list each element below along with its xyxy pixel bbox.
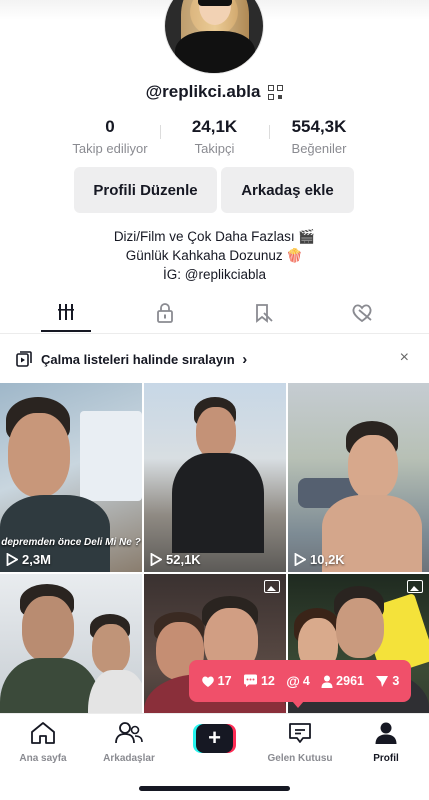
person-face [22, 596, 74, 662]
notif-mentions-count: 4 [302, 674, 310, 688]
stat-followers[interactable]: 24,1K Takipçi [159, 117, 270, 156]
photo-icon [407, 580, 423, 593]
add-friend-button[interactable]: Arkadaş ekle [221, 167, 354, 213]
play-icon [6, 553, 18, 566]
nav-profile[interactable]: Profil [346, 721, 426, 764]
notif-likes-count: 17 [217, 674, 232, 688]
video-caption: depremden önce Deli Mi Ne ? [1, 537, 141, 548]
view-count-value: 2,3M [22, 552, 51, 567]
bio-line-3: İG: @replikciabla [163, 267, 266, 282]
playlist-icon [16, 351, 32, 367]
notif-followers-count: 2961 [336, 674, 364, 688]
nav-friends[interactable]: Arkadaşlar [89, 721, 169, 764]
avatar[interactable] [164, 0, 264, 74]
username-row: @replikci.abla [0, 82, 429, 102]
stat-likes[interactable]: 554,3K Beğeniler [269, 117, 369, 156]
edit-profile-button[interactable]: Profili Düzenle [74, 167, 217, 213]
notif-shares: 3 [375, 674, 399, 688]
tab-saved[interactable] [239, 298, 289, 334]
notif-followers: 2961 [321, 674, 364, 688]
avatar-body [175, 31, 255, 73]
view-count: 10,2K [294, 552, 345, 567]
view-count-value: 52,1K [166, 552, 201, 567]
view-count-value: 10,2K [310, 552, 345, 567]
qr-code-icon[interactable] [268, 84, 284, 100]
tab-liked[interactable] [338, 298, 388, 334]
background-sign [80, 411, 142, 501]
nav-inbox-label: Gelen Kutusu [267, 753, 333, 764]
nav-home-label: Ana sayfa [19, 753, 67, 764]
inbox-icon [289, 723, 311, 743]
video-tile[interactable]: depremden önce Deli Mi Ne ? 2,3M [0, 383, 142, 572]
notif-comments: 12 [243, 674, 275, 688]
play-icon [150, 553, 162, 566]
tab-active-indicator [41, 330, 91, 332]
notif-likes: 17 [201, 674, 232, 688]
stat-following-value: 0 [105, 117, 115, 136]
tab-private[interactable] [140, 298, 190, 334]
stat-divider [159, 125, 161, 139]
video-tile[interactable]: 52,1K [144, 383, 286, 572]
avatar-glasses [198, 0, 232, 6]
create-button[interactable]: + [193, 724, 236, 753]
home-icon [31, 722, 55, 744]
username: @replikci.abla [145, 82, 261, 101]
chevron-right-icon: › [242, 351, 248, 368]
notif-mentions: @ 4 [286, 673, 310, 689]
videos-grid-icon [58, 304, 74, 320]
playlist-banner-label: Çalma listeleri halinde sıralayın [41, 352, 235, 367]
bio-line-1: Dizi/Film ve Çok Daha Fazlası 🎬 [113, 229, 316, 244]
view-count: 2,3M [6, 552, 51, 567]
person-face [92, 624, 130, 674]
nav-friends-label: Arkadaşlar [103, 753, 155, 764]
notif-shares-count: 3 [392, 674, 400, 688]
profile-tabs [0, 298, 429, 334]
nav-inbox[interactable]: Gelen Kutusu [260, 721, 340, 764]
person-face [196, 407, 236, 459]
notif-comments-count: 12 [260, 674, 275, 688]
person-face [8, 413, 70, 497]
person-icon [321, 675, 333, 688]
stat-following-label: Takip ediliyor [72, 141, 148, 156]
heart-icon [201, 676, 214, 687]
home-indicator [139, 786, 290, 791]
photo-icon [264, 580, 280, 593]
video-tile[interactable]: 10,2K [288, 383, 429, 572]
plus-icon: + [196, 724, 233, 753]
nav-profile-label: Profil [373, 753, 399, 764]
stat-followers-value: 24,1K [191, 117, 238, 136]
stat-followers-label: Takipçi [194, 141, 235, 156]
bio: Dizi/Film ve Çok Daha Fazlası 🎬 Günlük K… [0, 227, 429, 284]
stat-following[interactable]: 0 Takip ediliyor [60, 117, 160, 156]
person-shirt [172, 453, 264, 553]
bookmark-icon [256, 304, 273, 323]
profile-icon [375, 722, 397, 744]
stat-likes-label: Beğeniler [291, 141, 347, 156]
share-icon [376, 675, 389, 687]
notification-pointer [292, 701, 304, 708]
friends-icon [115, 722, 143, 744]
playlist-banner-text: Çalma listeleri halinde sıralayın › [41, 351, 247, 368]
stat-likes-value: 554,3K [291, 117, 347, 136]
bio-line-2: Günlük Kahkaha Dozunuz 🍿 [125, 248, 304, 263]
close-icon[interactable]: × [400, 349, 409, 367]
person-face [336, 598, 384, 658]
tab-videos[interactable] [41, 298, 91, 334]
lock-icon [157, 303, 173, 323]
play-icon [294, 553, 306, 566]
view-count: 52,1K [150, 552, 201, 567]
comment-icon [243, 674, 257, 687]
profile-stats: 0 Takip ediliyor 24,1K Takipçi 554,3K Be… [60, 117, 369, 156]
liked-heart-icon [352, 304, 372, 323]
person-face [348, 435, 398, 499]
playlist-banner[interactable]: Çalma listeleri halinde sıralayın › × [0, 344, 429, 374]
mention-icon: @ [286, 673, 300, 689]
activity-notification[interactable]: 17 12 @ 4 2961 3 [189, 660, 411, 702]
nav-home[interactable]: Ana sayfa [3, 721, 83, 764]
